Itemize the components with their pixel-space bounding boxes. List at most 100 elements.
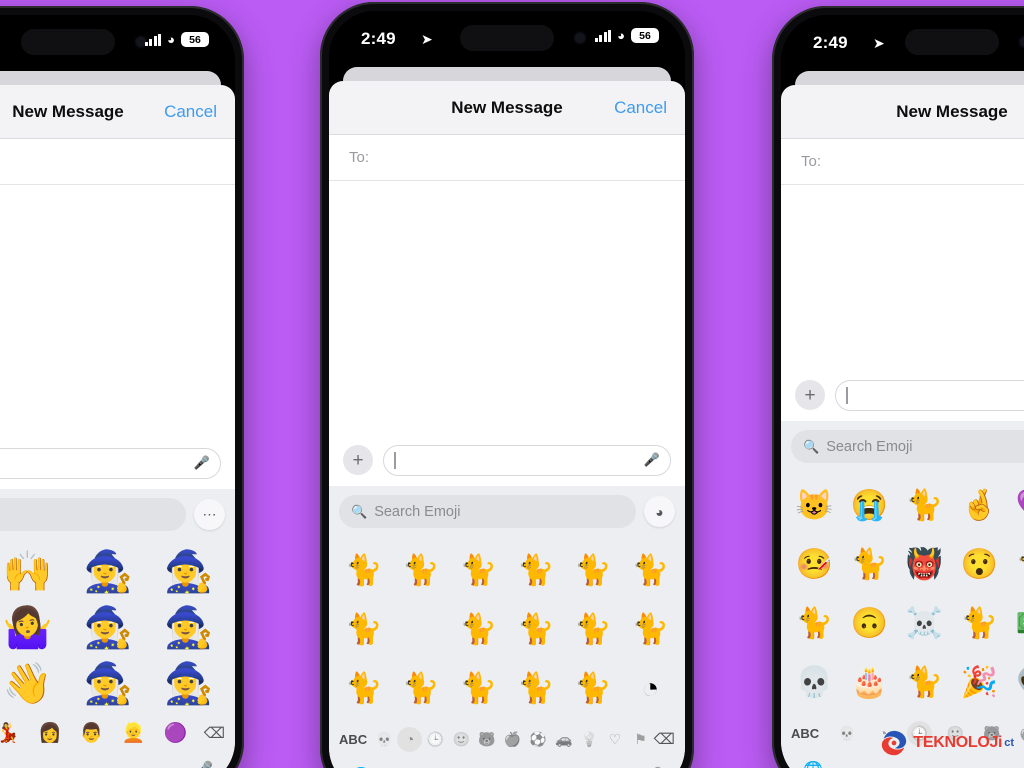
emoji-search-input[interactable]: 🔍	[0, 498, 186, 531]
category-food[interactable]: 🍎	[500, 727, 525, 752]
emoji-cell[interactable]: 🐈	[335, 542, 392, 599]
phone-left: 2:49 ◕ 56 New Message Cancel To: +	[0, 6, 244, 768]
microphone-icon[interactable]: 🎤	[644, 452, 660, 468]
emoji-cell[interactable]: 💵	[1007, 595, 1024, 652]
emoji-cell[interactable]: 🐈	[564, 542, 621, 599]
emoji-cell[interactable]: 🐈	[622, 542, 679, 599]
emoji-cell[interactable]: 😯	[952, 536, 1007, 593]
emoji-cell[interactable]: 🎂	[842, 654, 897, 711]
cancel-button[interactable]: Cancel	[614, 98, 667, 118]
emoji-cell[interactable]: 🧙‍♀️	[68, 545, 149, 599]
more-options-button[interactable]: ⋯	[194, 499, 225, 530]
compose-bar-right: +	[781, 369, 1024, 421]
add-attachment-button[interactable]: +	[795, 380, 825, 410]
status-bar-left: 2:49 ◕ 56	[0, 15, 235, 71]
category-stickers-all[interactable]: 💀	[372, 727, 397, 752]
emoji-cell[interactable]: 😭	[842, 477, 897, 534]
category-travel[interactable]: 🚗	[551, 727, 576, 752]
status-indicators: ◕ 56	[594, 28, 659, 43]
watermark: TEKNOLOJi ct	[879, 728, 1014, 758]
emoji-cell[interactable]: 🧙‍♀️	[68, 657, 149, 711]
recipient-row-left[interactable]: To:	[0, 139, 235, 185]
emoji-cell[interactable]: 🤞	[952, 477, 1007, 534]
avatar-option[interactable]: 💃	[0, 720, 22, 747]
emoji-cell[interactable]	[392, 601, 449, 658]
emoji-cell[interactable]: 🐈	[507, 660, 564, 717]
keyboard-bottom-row-center: 🌐 🎤	[329, 759, 685, 768]
emoji-cell[interactable]: 🧙‍♀️	[68, 601, 149, 655]
emoji-cell[interactable]: 🐈	[564, 660, 621, 717]
abc-keyboard-button[interactable]: ABC	[791, 726, 823, 741]
microphone-icon[interactable]: 🎤	[193, 760, 213, 768]
dynamic-island	[21, 29, 115, 55]
emoji-cell[interactable]: 🐈	[450, 660, 507, 717]
emoji-cell[interactable]: 🐈	[564, 601, 621, 658]
emoji-search-input[interactable]: 🔍 Search Emoji	[791, 430, 1024, 463]
emoji-cell[interactable]: ☠️	[897, 595, 952, 652]
category-stickers-all[interactable]: 💀	[834, 721, 859, 746]
emoji-cell[interactable]: 🐈	[335, 601, 392, 658]
category-smileys[interactable]: 🙂	[449, 727, 474, 752]
text-caret	[846, 386, 848, 404]
recipient-row-right[interactable]: To:	[781, 139, 1024, 185]
avatar-option[interactable]: 🟣	[162, 720, 189, 747]
globe-icon[interactable]: 🌐	[803, 760, 823, 768]
emoji-keyboard-left: 🔍 ⋯ 🧙‍♀️🙌🧙‍♀️🧙‍♀️🧙‍♀️🤷‍♀️🧙‍♀️🧙‍♀️🧙‍♀️👋🧙‍…	[0, 489, 235, 768]
emoji-cell[interactable]: 🐈	[897, 654, 952, 711]
category-flags[interactable]: ⚑	[628, 727, 653, 752]
emoji-cell[interactable]: 🐈	[335, 660, 392, 717]
message-input-left[interactable]: 🎤	[0, 447, 221, 479]
sticker-icon[interactable]: ◕	[644, 496, 675, 527]
emoji-cell[interactable]: 🐈	[622, 601, 679, 658]
emoji-cell[interactable]: ◔	[622, 660, 679, 717]
emoji-cell[interactable]: 💀	[787, 654, 842, 711]
category-recent[interactable]: 🕒	[423, 727, 448, 752]
category-activity[interactable]: ⚽	[526, 727, 551, 752]
emoji-cell[interactable]: 🎉	[952, 654, 1007, 711]
emoji-cell[interactable]: 🐈	[450, 542, 507, 599]
category-objects[interactable]: 💡	[577, 727, 602, 752]
emoji-cell[interactable]: 🐈	[787, 595, 842, 652]
abc-keyboard-button[interactable]: ABC	[339, 732, 371, 747]
status-bar-center: 2:49 ➤ ◕ 56	[329, 11, 685, 67]
emoji-cell[interactable]: 👹	[897, 536, 952, 593]
emoji-cell[interactable]: 🤷‍♀️	[0, 601, 68, 655]
avatar-option[interactable]: 👩	[36, 720, 63, 747]
emoji-cell[interactable]: 🐈	[842, 536, 897, 593]
emoji-cell[interactable]: 🙌	[0, 545, 68, 599]
category-stickers[interactable]: ◔	[397, 726, 423, 752]
message-input-center[interactable]: 🎤	[383, 444, 671, 476]
wifi-icon: ◕	[167, 31, 175, 47]
delete-key-icon[interactable]: ⌫	[654, 730, 675, 748]
delete-key-icon[interactable]: ⌫	[204, 724, 225, 742]
message-input-right[interactable]	[835, 379, 1024, 411]
add-attachment-button[interactable]: +	[343, 445, 373, 475]
emoji-cell[interactable]: 💜	[1007, 477, 1024, 534]
emoji-cell[interactable]: 🐈	[1007, 536, 1024, 593]
emoji-cell[interactable]: 😺	[787, 477, 842, 534]
emoji-cell[interactable]: 🐈	[952, 595, 1007, 652]
emoji-cell[interactable]: 🐈	[897, 477, 952, 534]
cancel-button[interactable]: Cancel	[164, 102, 217, 122]
emoji-search-row-left: 🔍 ⋯	[0, 498, 235, 539]
emoji-cell[interactable]: 🧙‍♀️	[149, 657, 230, 711]
avatar-option[interactable]: 👱	[120, 720, 147, 747]
emoji-search-input[interactable]: 🔍 Search Emoji	[339, 495, 636, 528]
emoji-cell[interactable]: 👋	[0, 657, 68, 711]
emoji-cell[interactable]: 🐈	[450, 601, 507, 658]
emoji-cell[interactable]: 👽	[1007, 654, 1024, 711]
emoji-cell[interactable]: 🧙‍♀️	[149, 545, 230, 599]
category-symbols[interactable]: ♡	[602, 727, 627, 752]
emoji-cell[interactable]: 🙃	[842, 595, 897, 652]
microphone-icon[interactable]: 🎤	[194, 455, 210, 471]
emoji-cell[interactable]: 🐈	[392, 542, 449, 599]
emoji-cell[interactable]: 🤒	[787, 536, 842, 593]
avatar-option[interactable]: 👨	[78, 720, 105, 747]
recipient-row-center[interactable]: To:	[329, 135, 685, 181]
emoji-cell[interactable]: 🧙‍♀️	[149, 601, 230, 655]
emoji-cell[interactable]: 🐈	[392, 660, 449, 717]
category-animals[interactable]: 🐻	[474, 727, 499, 752]
category-food[interactable]: 🍎	[1015, 721, 1024, 746]
emoji-cell[interactable]: 🐈	[507, 542, 564, 599]
emoji-cell[interactable]: 🐈	[507, 601, 564, 658]
